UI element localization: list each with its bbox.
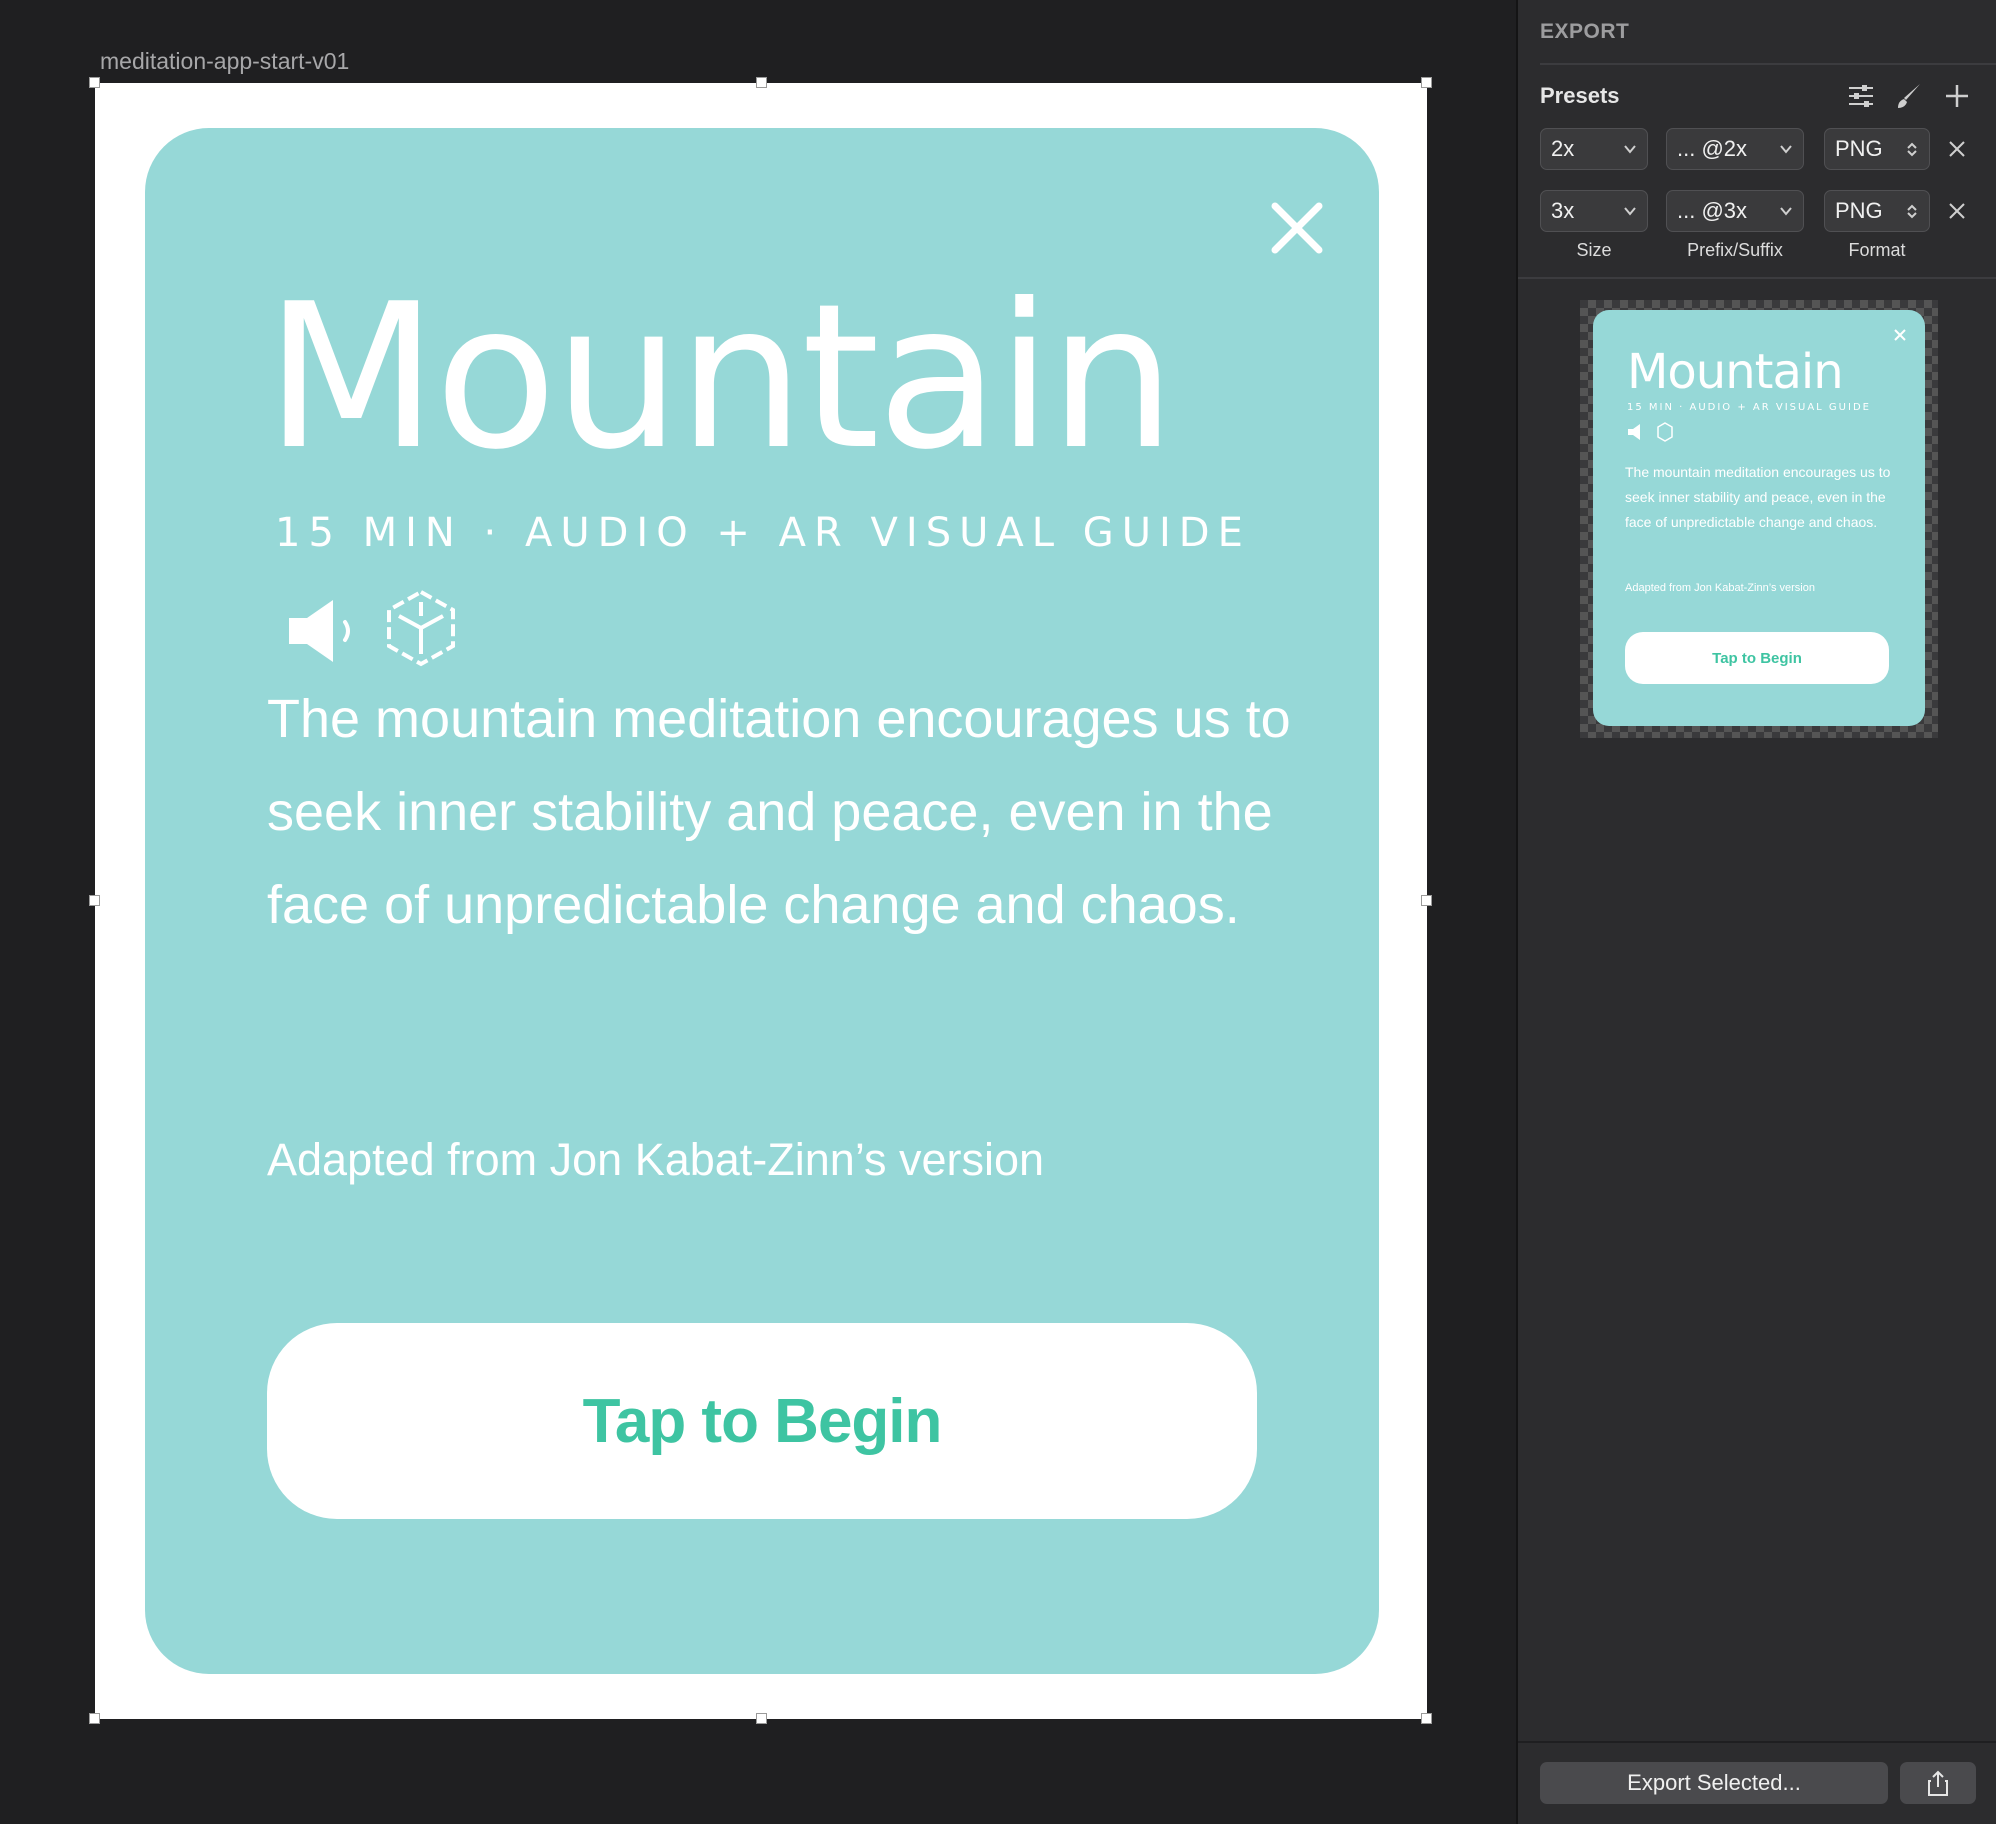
share-icon [1928, 1770, 1948, 1796]
preset-suffix-value: ... @2x [1677, 136, 1748, 161]
plus-icon[interactable] [1942, 81, 1972, 111]
export-panel: EXPORT Presets 2x ... @2x PNG 3x ... @3x… [1516, 0, 1996, 1824]
preview-title: Mountain [1627, 344, 1844, 400]
preset-suffix-value: ... @3x [1677, 198, 1748, 223]
preview-credit: Adapted from Jon Kabat-Zinn’s version [1625, 582, 1815, 594]
size-column-label: Size [1576, 240, 1612, 260]
preset-size-select[interactable]: 3x [1540, 190, 1648, 232]
preset-size-select[interactable]: 2x [1540, 128, 1648, 170]
chevron-down-icon [1780, 145, 1792, 154]
card-description: The mountain meditation encourages us to… [267, 689, 1291, 935]
close-icon[interactable] [1267, 198, 1327, 258]
card-subtitle: 15 MIN · AUDIO + AR VISUAL GUIDE [275, 510, 1251, 556]
preview-begin-button: Tap to Begin [1625, 632, 1889, 684]
close-icon [1894, 329, 1906, 341]
artboard[interactable]: Mountain 15 MIN · AUDIO + AR VISUAL GUID… [89, 77, 1432, 1724]
preset-format-value: PNG [1835, 198, 1883, 223]
preview-card: Mountain 15 MIN · AUDIO + AR VISUAL GUID… [1593, 310, 1925, 726]
resize-handle-left[interactable] [89, 895, 100, 906]
panel-divider [1518, 277, 1996, 279]
chevron-down-icon [1624, 207, 1636, 216]
footer-divider [1518, 1741, 1996, 1743]
export-preview: Mountain 15 MIN · AUDIO + AR VISUAL GUID… [1580, 300, 1938, 738]
format-column-label: Format [1848, 240, 1906, 260]
brush-icon[interactable] [1894, 81, 1924, 111]
artboard-name-label[interactable]: meditation-app-start-v01 [100, 48, 349, 75]
resize-handle-bottom-left[interactable] [89, 1713, 100, 1724]
remove-preset-icon[interactable] [1946, 138, 1968, 160]
chevron-updown-icon [1907, 142, 1917, 157]
resize-handle-bottom[interactable] [756, 1713, 767, 1724]
design-canvas[interactable]: meditation-app-start-v01 Mountain 15 MIN… [0, 0, 1516, 1824]
speaker-icon [289, 600, 350, 662]
resize-handle-right[interactable] [1421, 895, 1432, 906]
resize-handle-top-right[interactable] [1421, 77, 1432, 88]
speaker-icon [1628, 422, 1673, 442]
resize-handle-top[interactable] [756, 77, 767, 88]
suffix-column-label: Prefix/Suffix [1687, 240, 1783, 260]
export-header: EXPORT [1540, 20, 1630, 43]
chevron-down-icon [1624, 145, 1636, 154]
preset-suffix-select[interactable]: ... @3x [1666, 190, 1804, 232]
resize-handle-top-left[interactable] [89, 77, 100, 88]
remove-preset-icon[interactable] [1946, 200, 1968, 222]
card-title: Mountain [265, 261, 1176, 494]
preset-size-value: 2x [1551, 136, 1575, 161]
preset-format-value: PNG [1835, 136, 1883, 161]
tap-to-begin-button[interactable]: Tap to Begin [267, 1323, 1257, 1519]
preset-size-value: 3x [1551, 198, 1575, 223]
card-credit: Adapted from Jon Kabat-Zinn’s version [267, 1134, 1045, 1185]
ar-cube-icon [387, 589, 455, 667]
meditation-card: Mountain 15 MIN · AUDIO + AR VISUAL GUID… [145, 128, 1379, 1674]
presets-title: Presets [1540, 83, 1620, 108]
chevron-down-icon [1780, 207, 1792, 216]
preview-description: The mountain meditation encourages us to… [1625, 464, 1891, 530]
export-selected-button[interactable]: Export Selected... [1540, 1762, 1888, 1804]
preset-suffix-select[interactable]: ... @2x [1666, 128, 1804, 170]
sliders-icon[interactable] [1846, 81, 1876, 111]
share-button[interactable] [1900, 1762, 1976, 1804]
chevron-updown-icon [1907, 204, 1917, 219]
panel-divider [1540, 63, 1996, 65]
preset-format-select[interactable]: PNG [1824, 190, 1930, 232]
preset-format-select[interactable]: PNG [1824, 128, 1930, 170]
resize-handle-bottom-right[interactable] [1421, 1713, 1432, 1724]
preview-subtitle: 15 MIN · AUDIO + AR VISUAL GUIDE [1627, 402, 1871, 413]
